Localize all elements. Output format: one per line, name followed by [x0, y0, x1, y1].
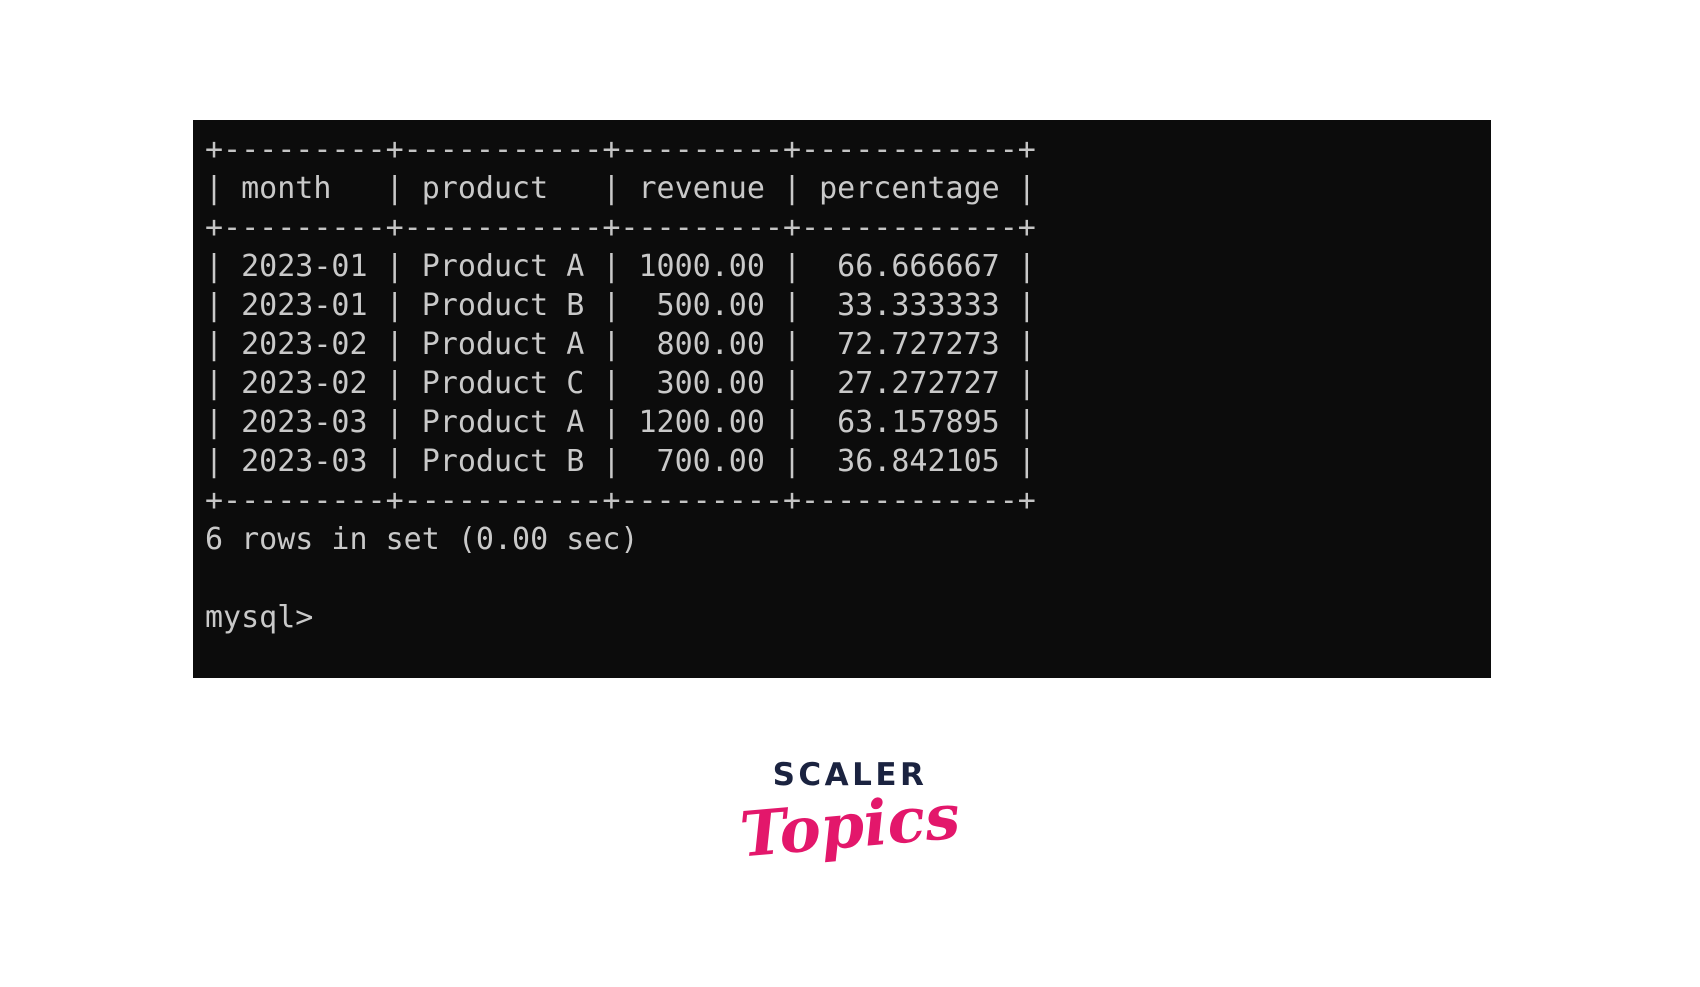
scaler-topics-logo: SCALER Topics [0, 758, 1700, 871]
logo-topics-text: Topics [737, 779, 963, 872]
table-row: | 2023-01 | Product A | 1000.00 | 66.666… [205, 249, 1036, 284]
table-row: | 2023-02 | Product A | 800.00 | 72.7272… [205, 327, 1036, 362]
table-row: | 2023-01 | Product B | 500.00 | 33.3333… [205, 288, 1036, 323]
mysql-terminal-window[interactable]: +---------+-----------+---------+-------… [193, 120, 1491, 678]
table-row: | 2023-02 | Product C | 300.00 | 27.2727… [205, 366, 1036, 401]
table-header-row: | month | product | revenue | percentage… [205, 171, 1036, 206]
table-row: | 2023-03 | Product A | 1200.00 | 63.157… [205, 405, 1036, 440]
table-row: | 2023-03 | Product B | 700.00 | 36.8421… [205, 444, 1036, 479]
rows-in-set-status: 6 rows in set (0.00 sec) [205, 522, 639, 557]
mysql-prompt[interactable]: mysql> [205, 598, 1491, 637]
table-bottom-border: +---------+-----------+---------+-------… [205, 483, 1036, 518]
table-top-border: +---------+-----------+---------+-------… [205, 132, 1036, 167]
table-header-separator: +---------+-----------+---------+-------… [205, 210, 1036, 245]
